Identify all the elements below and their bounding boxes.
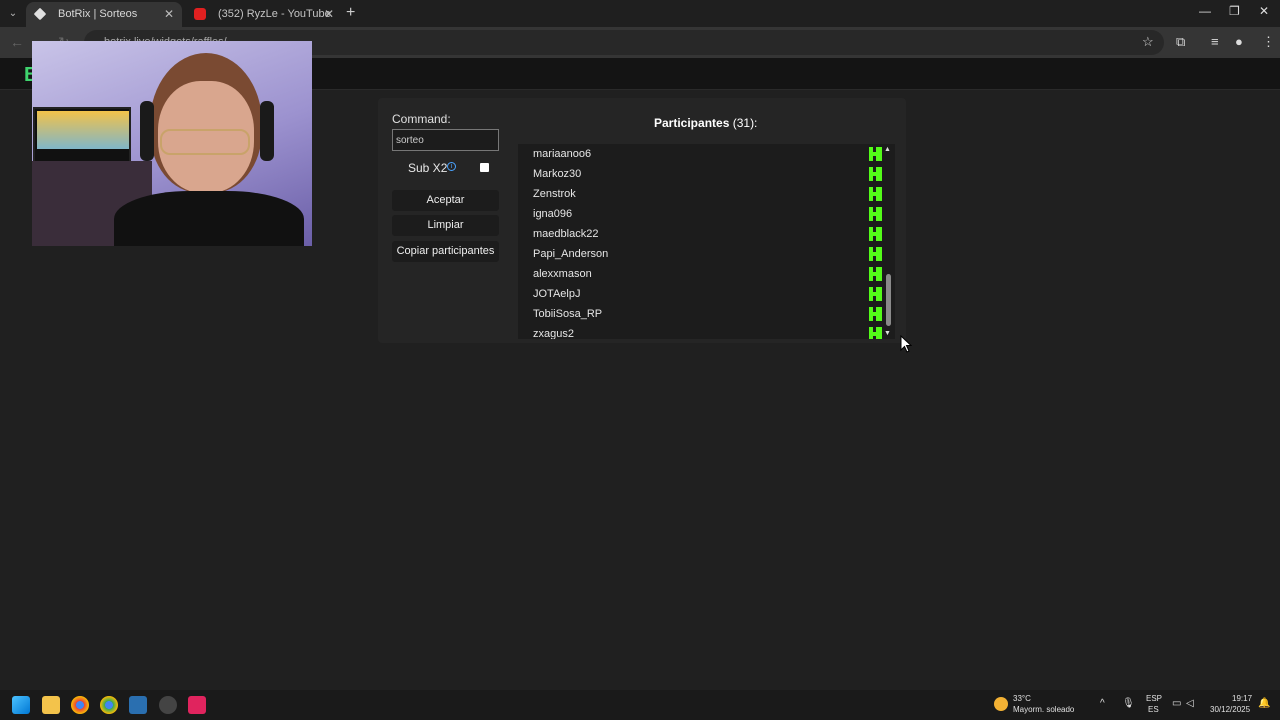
kick-platform-icon: [869, 287, 882, 301]
tab-search-icon[interactable]: ⌄: [4, 5, 22, 22]
participant-row: Zenstrok: [533, 184, 882, 204]
participant-row: TobiiSosa_RP: [533, 304, 882, 324]
back-icon[interactable]: ←: [10, 34, 24, 50]
weather-icon[interactable]: [994, 697, 1008, 711]
new-tab-icon[interactable]: +: [346, 4, 355, 22]
participant-name: alexxmason: [533, 268, 592, 280]
media-control-icon[interactable]: ≡: [1211, 34, 1219, 49]
file-explorer-icon[interactable]: [42, 696, 60, 714]
extensions-icon[interactable]: ⧉: [1176, 34, 1185, 50]
raffle-panel: Command: Sub X2 i Aceptar Limpiar Copiar…: [378, 98, 906, 343]
participant-name: Papi_Anderson: [533, 248, 609, 260]
participants-list[interactable]: ▲ ▼ mariaanoo6 Markoz30 Zenstrok igna096 mae…: [518, 144, 895, 339]
keyboard-layout[interactable]: ES: [1148, 705, 1159, 714]
browser-tab-bar: ⌄ BotRix | Sorteos ✕ (352) RyzLe - YouTu…: [0, 0, 1280, 27]
participant-row: zxagus2: [533, 324, 882, 339]
restore-icon[interactable]: ❐: [1229, 4, 1240, 18]
obs-icon[interactable]: [159, 696, 177, 714]
language-code[interactable]: ESP: [1146, 694, 1162, 703]
tab-title: (352) RyzLe - YouTube: [218, 8, 331, 20]
minimize-icon[interactable]: —: [1199, 4, 1211, 18]
webcam-background-monitor: [33, 107, 131, 165]
participant-row: igna096: [533, 204, 882, 224]
participant-name: maedblack22: [533, 228, 599, 240]
windows-start-icon[interactable]: [12, 696, 30, 714]
participant-name: mariaanoo6: [533, 148, 592, 160]
kick-platform-icon: [869, 187, 882, 201]
participant-name: Markoz30: [533, 168, 582, 180]
info-icon[interactable]: i: [447, 162, 456, 171]
kick-platform-icon: [869, 227, 882, 241]
participant-name: JOTAelpJ: [533, 288, 581, 300]
weather-temperature: 33°C: [1013, 694, 1031, 703]
notifications-icon[interactable]: 🔔: [1258, 698, 1270, 709]
youtube-favicon-icon: [194, 8, 206, 20]
microphone-icon[interactable]: 🎙: [1122, 698, 1135, 709]
botrix-favicon-icon: [33, 7, 47, 21]
clock-date[interactable]: 30/12/2025: [1210, 705, 1250, 714]
webcam-overlay: [32, 41, 312, 246]
network-icon[interactable]: ▭: [1172, 698, 1181, 709]
tab-youtube[interactable]: (352) RyzLe - YouTube ✕: [186, 2, 342, 27]
kick-platform-icon: [869, 207, 882, 221]
participant-row: Papi_Anderson: [533, 244, 882, 264]
tab-botrix[interactable]: BotRix | Sorteos ✕: [26, 2, 182, 27]
participant-row: JOTAelpJ: [533, 284, 882, 304]
participant-name: igna096: [533, 208, 573, 220]
kick-platform-icon: [869, 267, 882, 281]
participant-name: Zenstrok: [533, 188, 576, 200]
scrollbar-thumb[interactable]: [886, 274, 891, 326]
clear-button[interactable]: Limpiar: [392, 215, 499, 236]
windows-taskbar: 33°C Mayorm. soleado ^ 🎙 ESP ES ▭ ◁ 19:1…: [0, 690, 1280, 720]
command-input[interactable]: [392, 129, 499, 151]
subx2-label: Sub X2: [408, 161, 448, 175]
volume-icon[interactable]: ◁: [1186, 698, 1194, 709]
profile-avatar-icon[interactable]: ●: [1235, 34, 1243, 49]
kick-platform-icon: [869, 247, 882, 261]
scroll-down-arrow-icon[interactable]: ▼: [884, 330, 891, 337]
menu-dots-icon[interactable]: ⋮: [1262, 34, 1275, 50]
kick-platform-icon: [869, 147, 882, 161]
participants-count: (31):: [732, 116, 758, 130]
close-tab-icon[interactable]: ✕: [324, 2, 334, 26]
accept-button[interactable]: Aceptar: [392, 190, 499, 211]
participant-row: maedblack22: [533, 224, 882, 244]
scroll-up-arrow-icon[interactable]: ▲: [884, 146, 891, 153]
clock-time[interactable]: 19:17: [1232, 694, 1252, 703]
close-window-icon[interactable]: ✕: [1259, 4, 1269, 18]
participants-heading: Participantes: [654, 116, 730, 130]
participant-row: alexxmason: [533, 264, 882, 284]
copy-participants-button[interactable]: Copiar participantes: [392, 241, 499, 262]
kick-platform-icon: [869, 167, 882, 181]
participant-name: zxagus2: [533, 328, 574, 339]
participants-title: Participantes (31):: [654, 116, 757, 130]
steam-icon[interactable]: [129, 696, 147, 714]
command-label: Command:: [392, 112, 451, 126]
close-tab-icon[interactable]: ✕: [164, 2, 174, 26]
tab-title: BotRix | Sorteos: [58, 8, 138, 20]
bookmark-star-icon[interactable]: ☆: [1142, 34, 1154, 50]
chrome-icon[interactable]: [71, 696, 89, 714]
kick-platform-icon: [869, 307, 882, 321]
tray-chevron-icon[interactable]: ^: [1100, 698, 1105, 709]
weather-condition: Mayorm. soleado: [1013, 705, 1075, 714]
participant-row: Markoz30: [533, 164, 882, 184]
tiktok-icon[interactable]: [188, 696, 206, 714]
subx2-checkbox[interactable]: [480, 163, 489, 172]
participant-name: TobiiSosa_RP: [533, 308, 603, 320]
kick-platform-icon: [869, 327, 882, 339]
participant-row: mariaanoo6: [533, 144, 882, 164]
chrome-active-icon[interactable]: [100, 696, 118, 714]
